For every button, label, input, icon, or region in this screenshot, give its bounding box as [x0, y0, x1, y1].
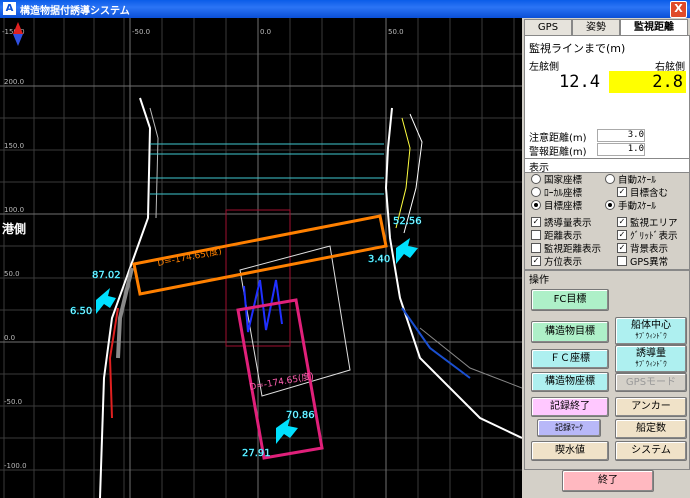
radio-national-coord[interactable]: 国家座標 [531, 172, 582, 186]
tab-monitor-distance[interactable]: 監視距離 [620, 19, 688, 36]
left-distance-value: 12.4 [528, 71, 603, 93]
dist-left-bottom: 6.50 [70, 306, 92, 317]
north-arrow-icon [13, 22, 23, 46]
check-bearing-display[interactable]: ✓ 方位表示 [531, 254, 582, 268]
y-tick: -100.0 [4, 462, 27, 470]
dist-right-bottom: 3.40 [368, 254, 390, 265]
monitor-lines [150, 143, 384, 195]
radio-target-coord[interactable]: 目標座標 [531, 198, 582, 212]
dist-right-top: 52.56 [393, 216, 422, 227]
caution-distance-label: 注意距離(m) [529, 133, 587, 144]
close-button[interactable]: X [670, 1, 687, 18]
y-tick: 150.0 [4, 142, 24, 150]
fc-coord-button[interactable]: ＦＣ座標 [531, 349, 609, 369]
draft-button[interactable]: 喫水値 [531, 441, 609, 461]
check-include-target[interactable]: ✓ 目標含む [617, 185, 668, 199]
target-label: D=-174.65(度) [156, 245, 222, 269]
side-label: 港側 [2, 222, 27, 236]
anchor-button[interactable]: アンカー [615, 397, 687, 417]
y-tick: 50.0 [4, 270, 20, 278]
y-tick: 100.0 [4, 206, 24, 214]
tab-attitude[interactable]: 姿勢 [572, 19, 620, 35]
right-shore [384, 107, 522, 439]
fc-target-button[interactable]: FC目標 [531, 289, 609, 311]
operations-heading: 操作 [529, 275, 549, 286]
map-view[interactable]: -150.0 -50.0 0.0 50.0 200.0 150.0 100.0 … [0, 18, 522, 498]
check-grid-display[interactable]: ✓ ｸﾞﾘｯﾄﾞ表示 [617, 228, 678, 242]
guidance-button[interactable]: 誘導量 ｻﾌﾞｳｨﾝﾄﾞｳ [615, 345, 687, 373]
exit-button[interactable]: 終了 [562, 470, 654, 492]
structure-target-button[interactable]: 構造物目標 [531, 321, 609, 343]
check-gps-error[interactable]: GPS異常 [617, 254, 668, 268]
display-group: 表示 国家座標 ﾛｰｶﾙ座標 目標座標 自動ｽｹｰﾙ ✓ 目標含む 手動ｽｹｰﾙ … [524, 158, 690, 270]
monitor-distance-panel: 監視ラインまで(m) 左舷側 右舷側 12.4 2.8 注意距離(m) 3.0 … [524, 35, 690, 173]
right-distance-value: 2.8 [609, 71, 686, 93]
y-tick: 200.0 [4, 78, 24, 86]
check-monitor-distance-display[interactable]: 監視距離表示 [531, 241, 601, 255]
radio-manual-scale[interactable]: 手動ｽｹｰﾙ [605, 198, 656, 212]
title-bar: A 構造物据付誘導システム X [0, 0, 690, 18]
control-panel: GPS 姿勢 監視距離 監視ラインまで(m) 左舷側 右舷側 12.4 2.8 … [522, 18, 690, 498]
grid-lines [0, 18, 522, 498]
dist-bottom-top: 70.86 [286, 410, 315, 421]
radio-local-coord[interactable]: ﾛｰｶﾙ座標 [531, 185, 582, 199]
app-icon: A [3, 2, 16, 15]
window-title: 構造物据付誘導システム [20, 6, 130, 17]
tab-gps[interactable]: GPS [524, 19, 572, 35]
record-end-button[interactable]: 記録終了 [531, 397, 609, 417]
check-distance-display[interactable]: 距離表示 [531, 228, 582, 242]
dist-left-top: 87.02 [92, 270, 121, 281]
alarm-distance-field[interactable]: 1.0 [597, 143, 645, 156]
y-tick: -50.0 [4, 398, 22, 406]
caution-distance-field[interactable]: 3.0 [597, 129, 645, 142]
structure-coord-button[interactable]: 構造物座標 [531, 372, 609, 392]
monitor-heading: 監視ラインまで(m) [529, 42, 626, 55]
check-background-display[interactable]: ✓ 背景表示 [617, 241, 668, 255]
radio-auto-scale[interactable]: 自動ｽｹｰﾙ [605, 172, 656, 186]
map-canvas: -150.0 -50.0 0.0 50.0 200.0 150.0 100.0 … [0, 18, 522, 498]
ship-constant-button[interactable]: 船定数 [615, 419, 687, 439]
x-tick: -50.0 [132, 28, 150, 36]
x-tick: 50.0 [388, 28, 404, 36]
dist-bottom-bottom: 27.91 [242, 448, 271, 459]
check-monitor-area[interactable]: ✓ 監視エリア [617, 215, 678, 229]
y-tick: 0.0 [4, 334, 15, 342]
record-mark-button[interactable]: 記録ﾏｰｸ [537, 419, 601, 437]
alarm-distance-label: 警報距離(m) [529, 147, 587, 158]
check-guidance-amount[interactable]: ✓ 誘導量表示 [531, 215, 592, 229]
tab-bar: GPS 姿勢 監視距離 [524, 19, 688, 36]
operations-group: 操作 FC目標 構造物目標 船体中心 ｻﾌﾞｳｨﾝﾄﾞｳ ＦＣ座標 誘導量 ｻﾌﾞｳ… [524, 270, 690, 470]
system-button[interactable]: システム [615, 441, 687, 461]
gps-mode-button[interactable]: GPSモード [615, 373, 687, 392]
x-tick: 0.0 [260, 28, 271, 36]
hull-center-button[interactable]: 船体中心 ｻﾌﾞｳｨﾝﾄﾞｳ [615, 317, 687, 345]
